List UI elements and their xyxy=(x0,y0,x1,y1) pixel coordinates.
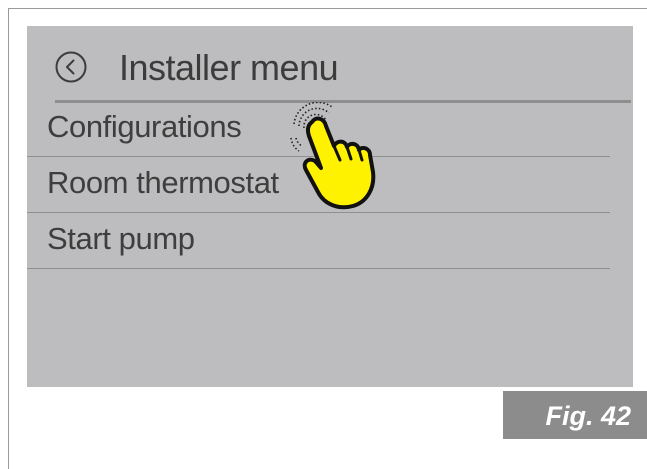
menu-item-label: Start pump xyxy=(47,221,195,256)
figure-label: Fig. 42 xyxy=(545,401,631,431)
tap-hand-pointer-icon xyxy=(290,102,376,210)
menu-item-label: Room thermostat xyxy=(47,165,279,200)
divider xyxy=(27,268,610,269)
back-chevron-circle-icon xyxy=(55,51,87,83)
page-title: Installer menu xyxy=(119,47,339,88)
menu-item-label: Configurations xyxy=(47,109,242,144)
back-button[interactable] xyxy=(55,51,87,83)
figure-label-tag: Fig. 42 xyxy=(503,391,647,439)
screen-header: Installer menu xyxy=(27,26,633,103)
menu-item-start-pump[interactable]: Start pump xyxy=(27,213,610,269)
